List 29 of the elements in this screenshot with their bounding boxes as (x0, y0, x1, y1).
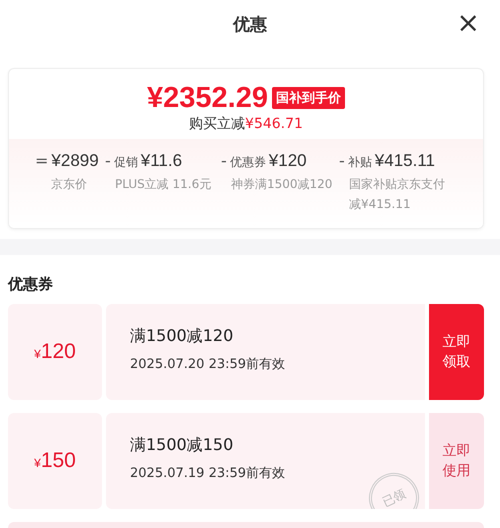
coupon-rule: 满1500减150 (130, 435, 234, 456)
breakdown-label: 补贴 (348, 154, 372, 171)
coupon-button[interactable]: 立即领取 (429, 304, 484, 400)
operator-sign: - (221, 151, 227, 170)
breakdown-amount: ¥2899 (51, 151, 99, 171)
sheet-title: 优惠 (233, 14, 267, 36)
breakdown-amount: ¥120 (268, 151, 307, 171)
operator-sign: = (35, 151, 48, 170)
breakdown-amount: ¥415.11 (374, 151, 435, 171)
operator-sign: - (339, 151, 345, 170)
coupon-rule: 满1500减120 (130, 326, 234, 347)
coupon-value: ¥150 (34, 449, 76, 473)
breakdown-label: 促销 (114, 154, 138, 171)
operator-sign: - (105, 151, 111, 170)
coupon-button[interactable]: 立即使用 (429, 413, 484, 509)
section-title: 优惠券 (6, 274, 54, 295)
close-button[interactable]: × (452, 9, 484, 37)
breakdown-label: 优惠券 (230, 154, 266, 171)
price-tag: 国补到手价 (272, 87, 345, 109)
breakdown-note: 国家补贴京东支付减¥415.11 (348, 176, 446, 213)
breakdown-note: 京东价 (50, 176, 88, 193)
breakdown-note: PLUS立减 11.6元 (114, 176, 212, 193)
saving-text: 购买立减¥546.71 (189, 115, 303, 133)
coupon-expiry: 2025.07.20 23:59前有效 (130, 356, 286, 373)
breakdown-note: 神券满1500减120 (230, 176, 333, 193)
final-price: ¥2352.29 (147, 81, 268, 115)
breakdown-amount: ¥11.6 (140, 151, 182, 171)
coupon-value: ¥120 (34, 340, 76, 364)
coupon-expiry: 2025.07.19 23:59前有效 (130, 465, 286, 482)
